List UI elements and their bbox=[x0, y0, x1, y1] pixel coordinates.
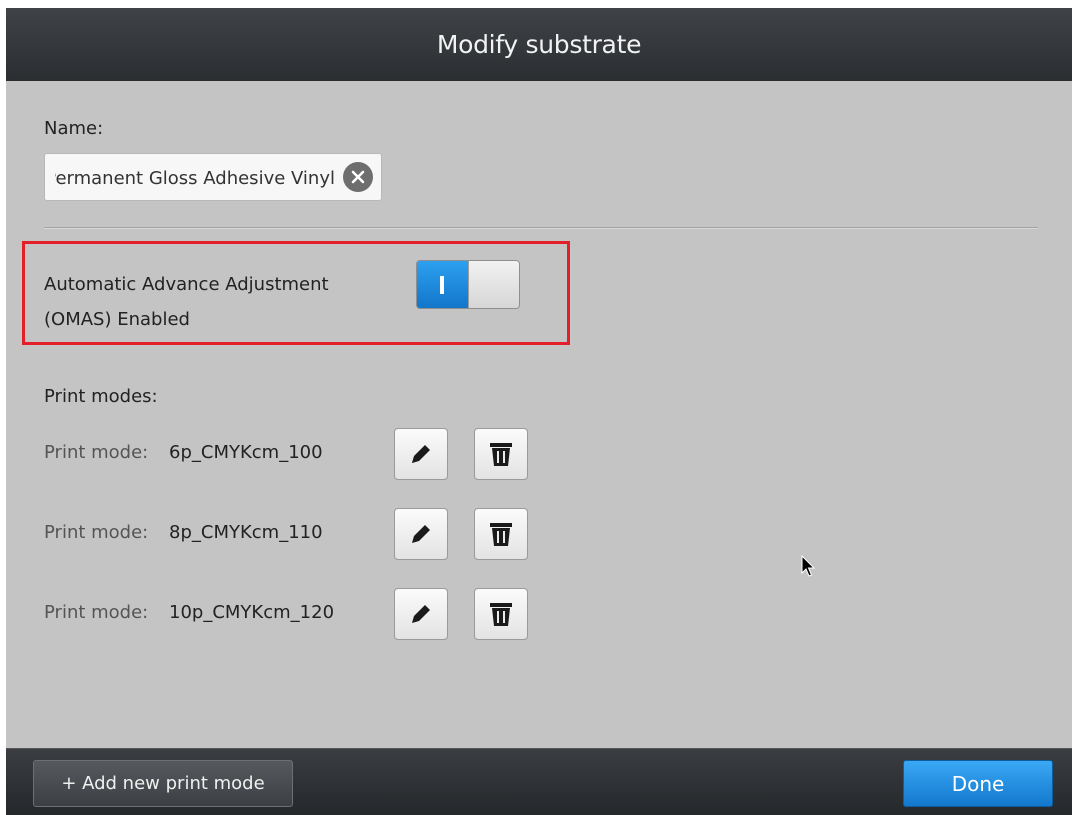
modify-substrate-dialog: Modify substrate Name: Automatic Advance… bbox=[6, 8, 1072, 815]
pencil-icon bbox=[412, 525, 430, 543]
toggle-on-indicator-icon bbox=[440, 275, 445, 294]
done-button[interactable]: Done bbox=[903, 760, 1053, 807]
toggle-on-side bbox=[417, 261, 468, 308]
print-mode-prefix: Print mode: bbox=[44, 522, 149, 543]
pencil-icon bbox=[412, 605, 430, 623]
footer-bar: + Add new print mode Done bbox=[6, 748, 1072, 815]
print-mode-row: Print mode: 10p_CMYKcm_120 bbox=[44, 588, 544, 642]
pencil-icon bbox=[412, 445, 430, 463]
print-mode-prefix: Print mode: bbox=[44, 442, 149, 463]
omas-toggle[interactable] bbox=[416, 260, 520, 309]
edit-print-mode-button[interactable] bbox=[394, 588, 448, 640]
delete-print-mode-button[interactable] bbox=[474, 588, 528, 640]
add-print-mode-button[interactable]: + Add new print mode bbox=[33, 760, 293, 807]
print-mode-row: Print mode: 8p_CMYKcm_110 bbox=[44, 508, 544, 562]
print-mode-prefix: Print mode: bbox=[44, 602, 149, 623]
mouse-pointer-icon bbox=[801, 555, 816, 577]
name-label: Name: bbox=[44, 118, 104, 139]
trash-icon bbox=[490, 523, 512, 546]
section-divider bbox=[44, 227, 1038, 229]
print-mode-name: 8p_CMYKcm_110 bbox=[169, 522, 323, 543]
trash-icon bbox=[490, 603, 512, 626]
clear-name-button[interactable] bbox=[343, 162, 373, 192]
trash-icon bbox=[490, 443, 512, 466]
delete-print-mode-button[interactable] bbox=[474, 508, 528, 560]
print-modes-label: Print modes: bbox=[44, 386, 158, 407]
name-input[interactable] bbox=[45, 154, 337, 202]
omas-label: Automatic Advance Adjustment (OMAS) Enab… bbox=[44, 267, 374, 337]
clear-circle-x-icon bbox=[351, 170, 365, 184]
delete-print-mode-button[interactable] bbox=[474, 428, 528, 480]
title-bar: Modify substrate bbox=[6, 8, 1072, 81]
print-mode-name: 6p_CMYKcm_100 bbox=[169, 442, 323, 463]
name-field[interactable] bbox=[44, 153, 382, 202]
edit-print-mode-button[interactable] bbox=[394, 508, 448, 560]
omas-label-line1: Automatic Advance Adjustment bbox=[44, 274, 329, 295]
omas-label-line2: (OMAS) Enabled bbox=[44, 309, 190, 330]
edit-print-mode-button[interactable] bbox=[394, 428, 448, 480]
toggle-knob bbox=[467, 261, 519, 308]
print-mode-name: 10p_CMYKcm_120 bbox=[169, 602, 335, 623]
print-mode-row: Print mode: 6p_CMYKcm_100 bbox=[44, 428, 544, 482]
dialog-title: Modify substrate bbox=[436, 30, 642, 59]
